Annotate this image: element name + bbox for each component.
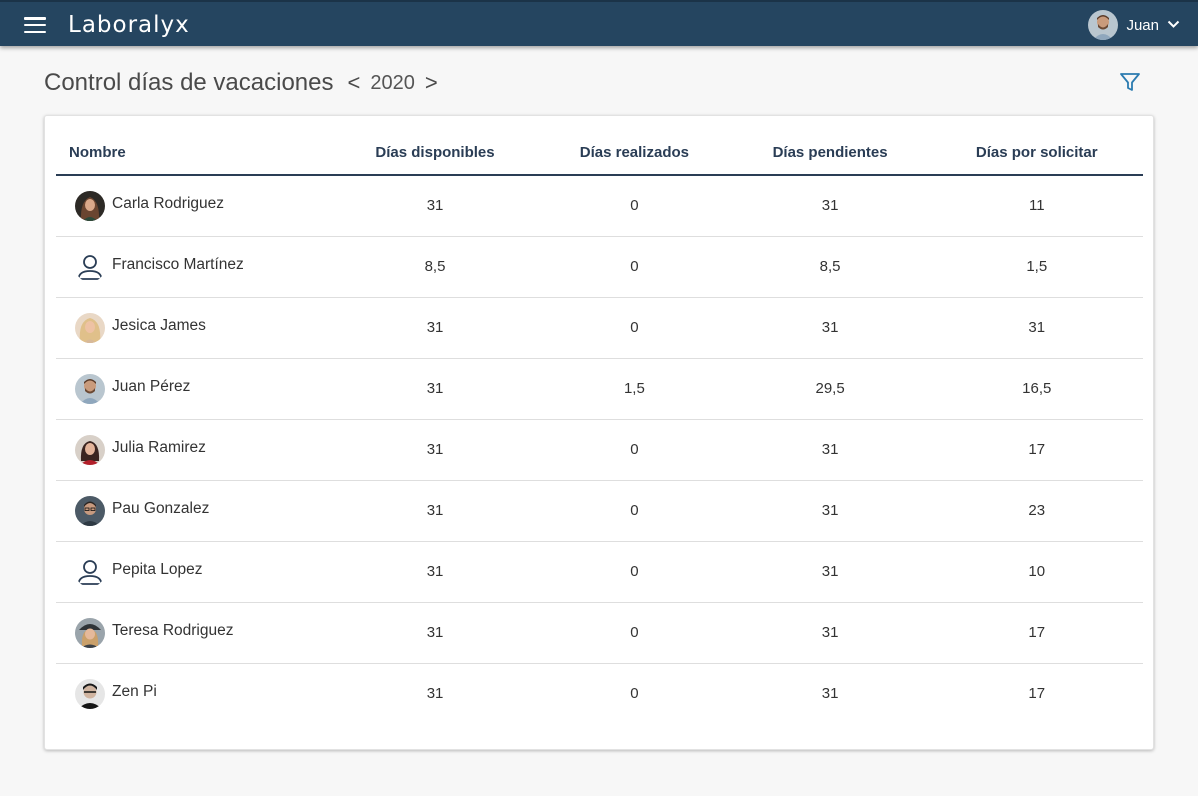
- table-header-row: Nombre Días disponibles Días realizados …: [56, 116, 1143, 176]
- table-row[interactable]: Zen Pi 31 0 31 17: [56, 663, 1143, 724]
- dias-realizados-cell: 0: [630, 685, 639, 703]
- page-header: Control días de vacaciones < 2020 >: [44, 66, 442, 100]
- employee-name: Pepita Lopez: [112, 560, 203, 578]
- dias-realizados-cell: 1,5: [539, 358, 730, 420]
- table-row[interactable]: Juan Pérez 31 1,5 29,5 16,5: [56, 358, 1143, 420]
- filter-icon[interactable]: [1118, 70, 1142, 94]
- dias-pendientes-cell: 31: [821, 685, 839, 703]
- employee-name: Pau Gonzalez: [112, 499, 210, 517]
- vacation-table: Nombre Días disponibles Días realizados …: [56, 116, 1143, 724]
- avatar: [75, 190, 105, 221]
- dias-pendientes-cell: 31: [729, 297, 931, 359]
- dias-por-solicitar-cell: 11: [930, 175, 1143, 237]
- user-outline-icon: [75, 557, 105, 587]
- dias-pendientes-cell: 31: [729, 480, 931, 542]
- user-name: Juan: [1126, 16, 1159, 34]
- user-avatar: [1088, 10, 1119, 40]
- dias-disponibles-cell: 31: [331, 602, 540, 664]
- table-row[interactable]: Julia Ramirez 31 0 31 17: [56, 419, 1143, 481]
- employee-name: Jesica James: [112, 316, 206, 334]
- avatar: [75, 617, 105, 648]
- employee-name: Carla Rodriguez: [112, 194, 224, 212]
- year-navigator: < 2020 >: [344, 70, 442, 96]
- chevron-down-icon: [1167, 16, 1180, 34]
- table-row[interactable]: Pau Gonzalez 31 0 31 23: [56, 480, 1143, 542]
- next-year-button[interactable]: >: [421, 70, 442, 96]
- previous-year-button[interactable]: <: [344, 70, 365, 96]
- dias-por-solicitar-cell: 10: [930, 541, 1143, 603]
- column-header-dias-disponibles[interactable]: Días disponibles: [331, 116, 540, 176]
- dias-pendientes-cell: 31: [729, 541, 931, 603]
- dias-realizados-cell: 0: [539, 541, 730, 603]
- avatar: [75, 312, 105, 343]
- dias-disponibles-cell: 31: [331, 297, 540, 359]
- dias-pendientes-cell: 31: [729, 602, 931, 664]
- dias-realizados-cell: 0: [539, 480, 730, 542]
- dias-pendientes-cell: 31: [729, 175, 931, 237]
- dias-por-solicitar-cell: 1,5: [930, 236, 1143, 298]
- dias-realizados-cell: 0: [539, 175, 730, 237]
- table-row[interactable]: Pepita Lopez 31 0 31 10: [56, 541, 1143, 603]
- employee-name: Teresa Rodriguez: [112, 621, 234, 639]
- dias-por-solicitar-cell: 31: [930, 297, 1143, 359]
- vacation-table-card: Nombre Días disponibles Días realizados …: [44, 115, 1154, 750]
- dias-realizados-cell: 0: [539, 297, 730, 359]
- employee-name: Julia Ramirez: [112, 438, 206, 456]
- current-year: 2020: [370, 71, 415, 94]
- dias-disponibles-cell: 31: [426, 685, 444, 703]
- avatar: [75, 373, 105, 404]
- column-header-dias-realizados[interactable]: Días realizados: [539, 116, 730, 176]
- avatar: [75, 495, 105, 526]
- table-row[interactable]: Carla Rodriguez 31 0 31 11: [56, 175, 1143, 237]
- employee-name: Zen Pi: [112, 682, 157, 700]
- user-outline-icon: [75, 252, 105, 282]
- dias-por-solicitar-cell: 17: [930, 602, 1143, 664]
- column-header-dias-pendientes[interactable]: Días pendientes: [729, 116, 931, 176]
- dias-por-solicitar-cell: 17: [1028, 685, 1046, 703]
- employee-name: Juan Pérez: [112, 377, 191, 395]
- dias-disponibles-cell: 31: [331, 175, 540, 237]
- table-row[interactable]: Teresa Rodriguez 31 0 31 17: [56, 602, 1143, 664]
- table-row[interactable]: Francisco Martínez 8,5 0 8,5 1,5: [56, 236, 1143, 298]
- table-row[interactable]: Jesica James 31 0 31 31: [56, 297, 1143, 359]
- app-logo[interactable]: Laboralyx: [68, 12, 190, 38]
- dias-disponibles-cell: 31: [331, 358, 540, 420]
- column-header-dias-por-solicitar[interactable]: Días por solicitar: [930, 116, 1143, 176]
- dias-realizados-cell: 0: [539, 236, 730, 298]
- page-title: Control días de vacaciones: [44, 69, 334, 96]
- hamburger-menu-icon[interactable]: [24, 17, 46, 33]
- user-menu[interactable]: Juan: [1088, 10, 1180, 40]
- dias-disponibles-cell: 8,5: [331, 236, 540, 298]
- dias-disponibles-cell: 31: [331, 419, 540, 481]
- dias-por-solicitar-cell: 17: [930, 419, 1143, 481]
- dias-pendientes-cell: 29,5: [729, 358, 931, 420]
- dias-pendientes-cell: 31: [729, 419, 931, 481]
- dias-disponibles-cell: 31: [331, 480, 540, 542]
- dias-por-solicitar-cell: 23: [930, 480, 1143, 542]
- column-header-nombre[interactable]: Nombre: [56, 116, 331, 176]
- avatar: [75, 678, 105, 709]
- top-app-bar: Laboralyx Juan: [0, 0, 1198, 46]
- dias-realizados-cell: 0: [539, 419, 730, 481]
- dias-pendientes-cell: 8,5: [729, 236, 931, 298]
- avatar: [75, 434, 105, 465]
- dias-realizados-cell: 0: [539, 602, 730, 664]
- dias-por-solicitar-cell: 16,5: [930, 358, 1143, 420]
- employee-name: Francisco Martínez: [112, 255, 244, 273]
- dias-disponibles-cell: 31: [331, 541, 540, 603]
